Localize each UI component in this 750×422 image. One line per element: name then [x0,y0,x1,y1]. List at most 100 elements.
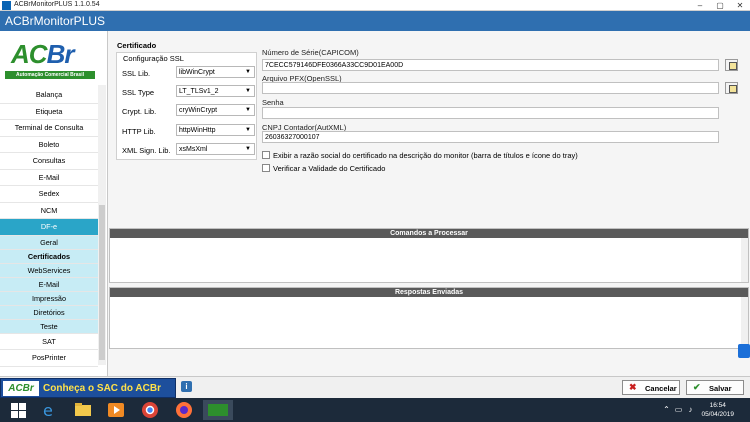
app-header-title: ACBrMonitorPLUS [5,14,106,28]
sidebar-subitem-impressao[interactable]: Impressão [0,291,98,306]
window-titlebar: ACBrMonitorPLUS 1.1.0.54 – ▢ ✕ [0,0,750,11]
sac-banner[interactable]: ACBr Conheça o SAC do ACBr [0,378,176,398]
tray-chevron-icon[interactable]: ⌃ [662,405,671,414]
ssl-lib-value: libWinCrypt [179,69,215,76]
senha-field[interactable] [262,107,719,119]
windows-start-icon[interactable] [8,400,28,420]
file-explorer-icon[interactable] [73,400,93,420]
minimize-button[interactable]: – [690,0,710,11]
window-title: ACBrMonitorPLUS 1.1.0.54 [14,1,100,8]
xml-sign-lib-label: XML Sign. Lib. [122,146,171,155]
chevron-down-icon: ▼ [245,69,251,75]
pfx-file-field[interactable] [262,82,719,94]
ssl-lib-row: SSL Lib. libWinCrypt ▼ [122,66,257,78]
sidebar-item-terminal-consulta[interactable]: Terminal de Consulta [0,120,98,137]
sac-banner-text: Conheça o SAC do ACBr [43,383,161,394]
ssl-type-select[interactable]: LT_TLSv1_2 ▼ [176,85,255,97]
cnpj-contador-field[interactable]: 26036327000107 [262,131,719,143]
sidebar-item-consultas[interactable]: Consultas [0,153,98,170]
verificar-validade-checkbox[interactable]: Verificar a Validade do Certificado [262,164,422,173]
sidebar-item-ncm[interactable]: NCM [0,203,98,219]
sidebar-subitem-certificados[interactable]: Certificados [0,249,98,264]
windows-taskbar: e ⌃ ▭ ♪ 16:54 05/04/2019 [0,398,750,422]
taskbar-clock[interactable]: 16:54 05/04/2019 [701,401,734,419]
respostas-panel-header: Respostas Enviadas [110,288,748,297]
xml-sign-lib-row: XML Sign. Lib. xsMsXml ▼ [122,143,257,155]
http-lib-select[interactable]: httpWinHttp ▼ [176,124,255,136]
respostas-scrollbar[interactable] [741,297,748,348]
crypt-lib-row: Crypt. Lib. cryWinCrypt ▼ [122,104,257,116]
chevron-down-icon: ▼ [245,107,251,113]
http-lib-label: HTTP Lib. [122,127,156,136]
xml-sign-lib-value: xsMsXml [179,146,208,153]
pfx-browse-button[interactable] [725,82,738,94]
cancel-label: Cancelar [645,384,677,393]
network-icon[interactable]: ▭ [674,405,683,414]
verificar-validade-label: Verificar a Validade do Certificado [273,164,386,173]
taskbar-time: 16:54 [709,402,726,409]
sidebar-item-etiqueta[interactable]: Etiqueta [0,104,98,120]
certificado-group-title: Certificado [117,41,157,50]
sidebar-scrollbar[interactable] [98,85,106,365]
maximize-button[interactable]: ▢ [710,0,730,11]
footer-bar: ACBr Conheça o SAC do ACBr i ✖ Cancelar … [0,376,750,398]
comandos-panel: Comandos a Processar [109,228,749,283]
sidebar-item-dfe[interactable]: DF-e [0,219,98,236]
crypt-lib-select[interactable]: cryWinCrypt ▼ [176,104,255,116]
crypt-lib-value: cryWinCrypt [179,107,218,114]
ssl-type-value: LT_TLSv1_2 [179,88,219,95]
sidebar-item-sat[interactable]: SAT [0,334,98,350]
ssl-type-label: SSL Type [122,88,155,97]
serial-browse-button[interactable] [725,59,738,71]
logo-br: Br [46,39,75,69]
media-player-icon[interactable] [106,400,126,420]
senha-label: Senha [262,98,284,107]
info-icon[interactable]: i [181,381,192,392]
check-icon: ✔ [693,382,701,392]
comandos-panel-header: Comandos a Processar [110,229,748,238]
logo-tagline: Automação Comercial Brasil [5,71,95,79]
firefox-icon[interactable] [174,400,194,420]
app-header: ACBrMonitorPLUS [0,11,750,31]
cancel-button[interactable]: ✖ Cancelar [622,380,680,395]
sac-logo: ACBr [3,381,39,396]
sidebar-subitem-teste[interactable]: Teste [0,319,98,334]
ssl-config-title: Configuração SSL [123,54,184,63]
svg-text:e: e [43,401,53,420]
exibir-razao-social-checkbox[interactable]: Exibir a razão social do certificado na … [262,151,582,160]
chevron-down-icon: ▼ [245,146,251,152]
sidebar-item-posprinter[interactable]: PosPrinter [0,350,98,367]
ssl-lib-select[interactable]: libWinCrypt ▼ [176,66,255,78]
volume-icon[interactable]: ♪ [686,405,695,414]
sidebar-subitem-diretorios[interactable]: Diretórios [0,305,98,320]
acbr-monitor-taskbar-icon[interactable] [203,400,233,420]
teamviewer-icon[interactable] [738,344,750,358]
ssl-lib-label: SSL Lib. [122,69,151,78]
close-window-button[interactable]: ✕ [730,0,750,11]
sidebar-subitem-email[interactable]: E-Mail [0,277,98,292]
http-lib-value: httpWinHttp [179,127,216,134]
crypt-lib-label: Crypt. Lib. [122,107,157,116]
sidebar-item-balanca[interactable]: Balança [0,87,98,104]
ssl-type-row: SSL Type LT_TLSv1_2 ▼ [122,85,257,97]
sidebar-scrollbar-thumb[interactable] [99,205,105,360]
logo-ac: AC [11,39,48,69]
sidebar-item-email[interactable]: E-Mail [0,170,98,186]
comandos-scrollbar[interactable] [741,238,748,282]
sidebar-subitem-geral[interactable]: Geral [0,235,98,250]
sidebar-subitem-webservices[interactable]: WebServices [0,263,98,278]
app-icon [2,1,11,10]
edge-browser-icon[interactable]: e [40,400,60,420]
sidebar-item-boleto[interactable]: Boleto [0,137,98,153]
chevron-down-icon: ▼ [245,88,251,94]
xml-sign-lib-select[interactable]: xsMsXml ▼ [176,143,255,155]
sidebar-item-sedex[interactable]: Sedex [0,186,98,203]
save-button[interactable]: ✔ Salvar [686,380,744,395]
chrome-icon[interactable] [140,400,160,420]
sidebar: ACBr Automação Comercial Brasil Balança … [0,31,108,376]
taskbar-date: 05/04/2019 [701,411,734,418]
serial-field[interactable]: 7CECC579146DFE0366A33CC9D01EA00D [262,59,719,71]
serial-label: Número de Série(CAPICOM) [262,48,359,57]
exibir-razao-social-label: Exibir a razão social do certificado na … [273,151,578,160]
respostas-panel: Respostas Enviadas [109,287,749,349]
